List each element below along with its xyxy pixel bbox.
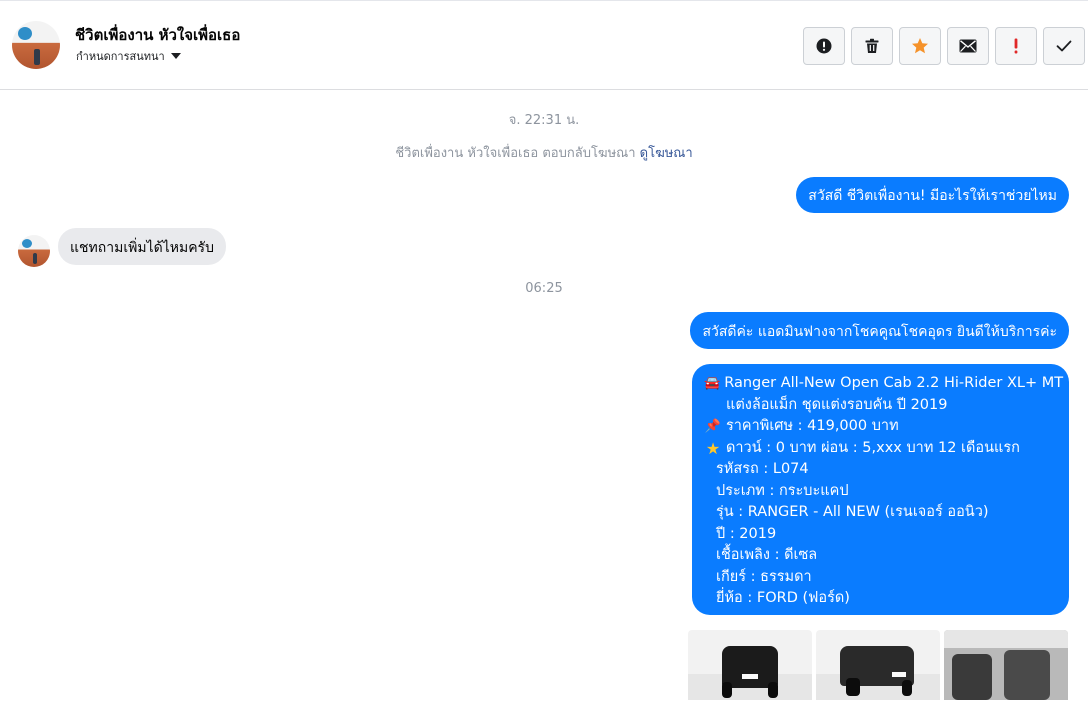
conversation-settings-dropdown[interactable]: กำหนดการสนทนา [76, 47, 181, 65]
ad-reply-text: ชีวิตเพื่องาน หัวใจเพื่อเธอ ตอบกลับโฆษณา [395, 146, 636, 161]
delete-button[interactable] [851, 27, 893, 65]
ad-reply-notice: ชีวิตเพื่องาน หัวใจเพื่อเธอ ตอบกลับโฆษณา… [0, 142, 1088, 163]
photo-window [944, 630, 1068, 648]
conversation-header: ชีวิตเพื่องาน หัวใจเพื่อเธอ กำหนดการสนทน… [0, 0, 1088, 90]
avatar-image-figure [34, 49, 40, 65]
listing-title: Ranger All-New Open Cab 2.2 Hi-Rider XL+… [724, 375, 1064, 391]
car-photo-interior[interactable] [944, 630, 1068, 700]
toolbar [803, 27, 1088, 65]
exclamation-icon [1014, 38, 1018, 54]
outgoing-message: สวัสดี ชีวิตเพื่องาน! มีอะไรให้เราช่วยไห… [796, 177, 1069, 213]
view-ad-link[interactable]: ดูโฆษณา [640, 146, 693, 161]
photo-seat [1004, 650, 1050, 700]
avatar-image-figure [33, 253, 37, 264]
car-icon: 🚘 [704, 376, 721, 391]
trash-icon [865, 38, 879, 53]
photo-attachments [688, 630, 1072, 700]
listing-brand: ยี่ห้อ : FORD (ฟอร์ด) [716, 590, 850, 606]
incoming-message: แชทถามเพิ่มได้ไหมครับ [58, 228, 226, 265]
contact-avatar-small[interactable] [18, 235, 50, 267]
listing-title-line: 🚘 Ranger All-New Open Cab 2.2 Hi-Rider X… [704, 373, 1063, 395]
listing-subtitle: แต่งล้อแม็ก ชุดแต่งรอบคัน ปี 2019 [726, 396, 948, 413]
photo-plate [892, 672, 906, 677]
timestamp-divider: 06:25 [525, 281, 563, 296]
photo-plate [742, 674, 758, 679]
listing-code: รหัสรถ : L074 [716, 461, 809, 477]
avatar-image-detail [22, 239, 32, 248]
pushpin-icon: 📌 [704, 419, 722, 434]
listing-model: รุ่น : RANGER - All NEW (เรนเจอร์ ออนิว) [716, 504, 989, 520]
car-listing-message: 🚘 Ranger All-New Open Cab 2.2 Hi-Rider X… [692, 364, 1069, 615]
star-button[interactable] [899, 27, 941, 65]
listing-price-line: 📌 ราคาพิเศษ : 419,000 บาท [704, 416, 1059, 438]
outgoing-message: สวัสดีค่ะ แอดมินฟางจากโชคคูณโชคอุดร ยินด… [690, 312, 1069, 349]
photo-wheel [722, 682, 732, 698]
photo-wheel [768, 682, 778, 698]
car-photo-rear-angle[interactable] [816, 630, 940, 700]
mark-spam-button[interactable] [995, 27, 1037, 65]
listing-fuel: เชื้อเพลิง : ดีเซล [716, 547, 818, 563]
report-button[interactable] [803, 27, 845, 65]
avatar-image-detail [18, 27, 32, 40]
listing-year: ปี : 2019 [716, 525, 777, 542]
listing-type: ประเภท : กระบะแคป [716, 482, 849, 499]
car-photo-rear[interactable] [688, 630, 812, 700]
conversation-settings-label: กำหนดการสนทนา [76, 50, 165, 63]
listing-down-payment: ดาวน์ : 0 บาท ผ่อน : 5,xxx บาท 12 เดือนแ… [726, 439, 1020, 456]
star-icon: ★ [705, 438, 721, 458]
mark-done-button[interactable] [1043, 27, 1085, 65]
photo-wheel [902, 680, 912, 696]
alert-circle-icon [816, 38, 832, 54]
envelope-icon [959, 39, 977, 53]
star-icon [912, 38, 928, 54]
timestamp-divider: จ. 22:31 น. [508, 113, 580, 128]
photo-seat [952, 654, 992, 700]
contact-avatar[interactable] [12, 21, 60, 69]
check-icon [1056, 40, 1072, 52]
contact-name[interactable]: ชีวิตเพื่องาน หัวใจเพื่อเธอ [75, 23, 240, 47]
caret-down-icon [170, 53, 181, 59]
mark-unread-button[interactable] [947, 27, 989, 65]
listing-price: ราคาพิเศษ : 419,000 บาท [726, 418, 899, 434]
listing-gear: เกียร์ : ธรรมดา [716, 568, 812, 585]
photo-wheel [846, 678, 860, 696]
listing-down-line: ★ ดาวน์ : 0 บาท ผ่อน : 5,xxx บาท 12 เดือ… [704, 438, 1059, 460]
